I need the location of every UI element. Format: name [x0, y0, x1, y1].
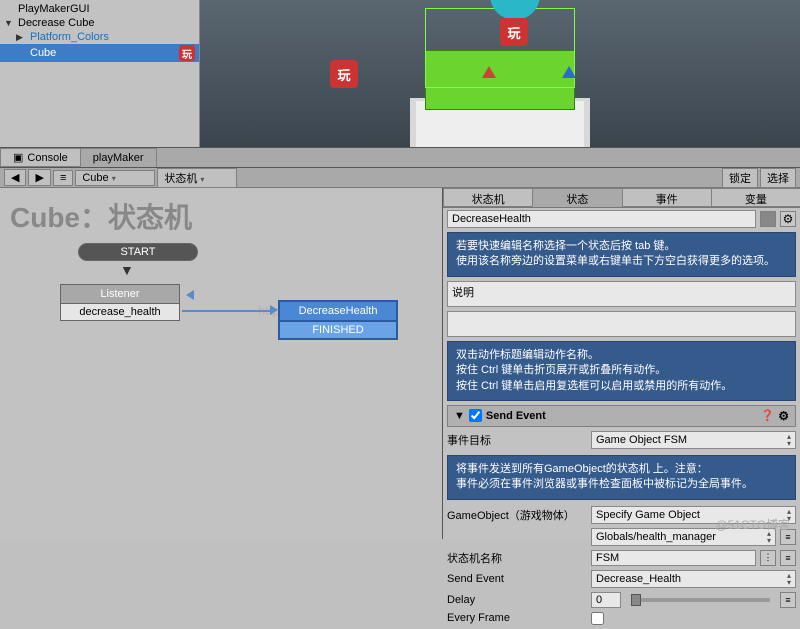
delay-input[interactable]: 0 — [591, 592, 621, 608]
hierarchy-item-selected[interactable]: Cube玩 — [0, 44, 199, 62]
send-event-dropdown[interactable]: Decrease_Health▴▾ — [591, 570, 796, 588]
playmaker-badge-icon: 玩 — [179, 45, 195, 61]
scene-marker[interactable]: 玩 — [330, 60, 358, 88]
color-swatch[interactable] — [760, 211, 776, 227]
hierarchy-panel: PlayMakerGUI ▼Decrease Cube ▶Platform_Co… — [0, 0, 200, 147]
transition-link — [182, 310, 274, 312]
tab-console[interactable]: ▣Console — [0, 148, 81, 167]
foldout-icon[interactable]: ▼ — [454, 410, 465, 422]
nav-back-button[interactable]: ◀ — [4, 169, 26, 186]
param-label: 状态机名称 — [447, 550, 587, 566]
help-text: 若要快速编辑名称选择一个状态后按 tab 键。 使用该名称旁边的设置菜单或右键单… — [447, 232, 796, 277]
console-icon: ▣ — [13, 151, 23, 164]
help-text: 双击动作标题编辑动作名称。 按住 Ctrl 键单击折页展开或折叠所有动作。 按住… — [447, 341, 796, 401]
state-name-input[interactable] — [447, 210, 756, 228]
help-text: 将事件发送到所有GameObject的状态机 上。注意： 事件必须在事件浏览器或… — [447, 455, 796, 500]
select-button[interactable]: 选择 — [760, 168, 796, 188]
hierarchy-item[interactable]: ▼Decrease Cube — [0, 16, 199, 30]
param-label: 事件目标 — [447, 432, 587, 448]
transition[interactable]: decrease_health — [60, 304, 180, 321]
state-node-decreasehealth[interactable]: DecreaseHealth FINISHED — [278, 300, 398, 340]
start-node[interactable]: START — [78, 243, 198, 261]
arrow-icon — [270, 305, 278, 315]
tab-playmaker[interactable]: playMaker — [80, 148, 157, 167]
arrow-icon — [186, 290, 194, 300]
param-label: Every Frame — [447, 612, 587, 624]
tab-fsm[interactable]: 状态机 — [443, 188, 533, 207]
expand-icon[interactable]: ▼ — [4, 18, 13, 28]
state-node-listener[interactable]: Listener decrease_health — [60, 284, 180, 321]
action-enable-checkbox[interactable] — [469, 409, 482, 422]
tab-events[interactable]: 事件 — [622, 188, 712, 207]
hierarchy-item[interactable]: PlayMakerGUI — [0, 2, 199, 16]
var-toggle-button[interactable]: ≡ — [780, 550, 796, 566]
transition[interactable]: FINISHED — [278, 322, 398, 340]
menu-button[interactable]: ≡ — [53, 170, 73, 186]
nav-forward-button[interactable]: ▶ — [28, 169, 50, 186]
description-label: 说明 — [447, 281, 796, 307]
lock-button[interactable]: 锁定 — [722, 168, 758, 188]
fsm-title: Cube：状态机 — [10, 196, 192, 236]
description-input[interactable] — [447, 311, 796, 337]
fsm-graph[interactable]: Cube：状态机 http://blog.cs START ▼ Listener… — [0, 188, 442, 539]
fsm-name-input[interactable]: FSM — [591, 550, 756, 566]
fsm-selector[interactable]: 状态机 ▾ — [157, 168, 237, 188]
object-selector[interactable]: Cube ▾ — [75, 170, 155, 186]
arrow-icon: ▼ — [120, 262, 134, 278]
scene-view[interactable]: 玩 玩 — [200, 0, 800, 147]
expand-icon[interactable]: ▶ — [16, 32, 23, 43]
event-target-dropdown[interactable]: Game Object FSM▴▾ — [591, 431, 796, 449]
tab-variables[interactable]: 变量 — [711, 188, 800, 207]
hierarchy-item[interactable]: ▶Platform_Colors — [0, 30, 199, 44]
inspector-panel: 状态机 状态 事件 变量 ⚙ 若要快速编辑名称选择一个状态后按 tab 键。 使… — [442, 188, 800, 539]
param-label: Delay — [447, 594, 587, 606]
param-label: GameObject（游戏物体） — [447, 507, 587, 523]
tab-state[interactable]: 状态 — [532, 188, 622, 207]
help-icon[interactable]: ❓ — [761, 409, 775, 422]
scene-marker[interactable]: 玩 — [500, 18, 528, 46]
picker-button[interactable]: ⋮ — [760, 550, 776, 566]
dropdown-icon: ▾ — [200, 175, 204, 184]
every-frame-checkbox[interactable] — [591, 612, 604, 625]
dropdown-icon: ▾ — [112, 174, 116, 183]
delay-slider[interactable] — [631, 598, 770, 602]
playmaker-toolbar: ◀ ▶ ≡ Cube ▾ 状态机 ▾ 锁定 选择 — [0, 168, 800, 188]
action-header[interactable]: ▼ Send Event ❓ ⚙ — [447, 405, 796, 427]
var-toggle-button[interactable]: ≡ — [780, 592, 796, 608]
watermark: @51CTO博客 — [715, 516, 790, 533]
param-label: Send Event — [447, 573, 587, 585]
gear-icon[interactable]: ⚙ — [778, 409, 789, 423]
gear-icon[interactable]: ⚙ — [780, 211, 796, 227]
